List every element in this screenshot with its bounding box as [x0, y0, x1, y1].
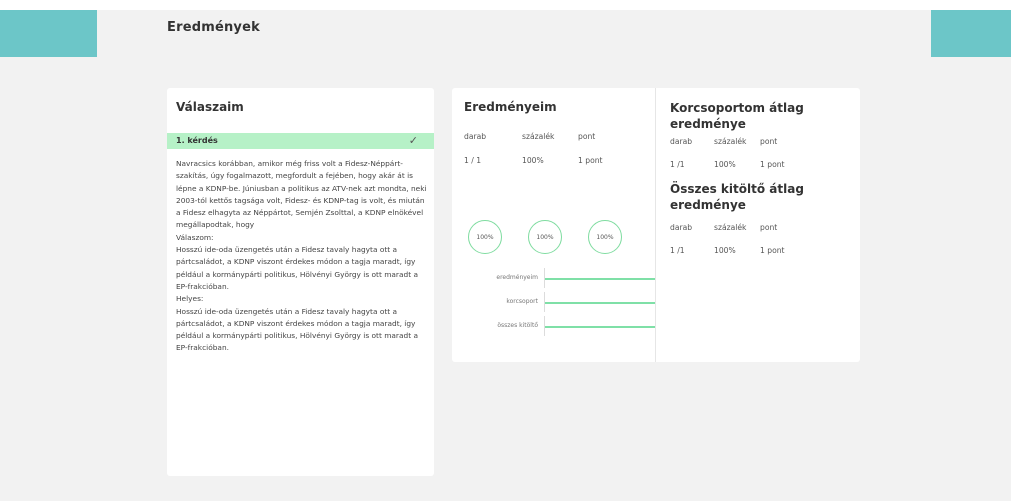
age-group-values: 1 /1 100% 1 pont [670, 160, 850, 169]
value-count: 1 /1 [670, 160, 685, 169]
question-header: 1. kérdés ✓ [167, 133, 434, 149]
your-answer-text: Hosszú ide-oda üzengetés után a Fidesz t… [176, 245, 418, 291]
header-points: pont [578, 132, 596, 141]
header-percent: százalék [522, 132, 555, 141]
value-points: 1 pont [578, 156, 603, 165]
check-icon: ✓ [408, 134, 418, 147]
answers-card: Válaszaim 1. kérdés ✓ Navracsics korábba… [167, 88, 434, 476]
bar-fill [545, 302, 655, 304]
my-results-values: 1 / 1 100% 1 pont [464, 156, 649, 165]
value-count: 1 /1 [670, 246, 685, 255]
bar-row-my-result: eredményeim [464, 268, 655, 288]
value-percent: 100% [714, 160, 736, 169]
value-percent: 100% [714, 246, 736, 255]
question-text: Navracsics korábban, amikor még friss vo… [176, 159, 427, 230]
my-results-headers: darab százalék pont [464, 132, 649, 141]
value-points: 1 pont [760, 246, 785, 255]
header-percent: százalék [714, 223, 747, 232]
all-respondents-stats: darab százalék pont 1 /1 100% 1 pont [670, 223, 850, 255]
results-card: Eredményeim darab százalék pont 1 / 1 10… [452, 88, 860, 362]
value-points: 1 pont [760, 160, 785, 169]
page-title: Eredmények [167, 20, 260, 35]
circle-all-respondents: 100% [588, 220, 622, 254]
bar-label: összes kitöltő [497, 322, 538, 329]
header-points: pont [760, 223, 778, 232]
all-respondents-values: 1 /1 100% 1 pont [670, 246, 850, 255]
your-answer-label: Válaszom: [176, 232, 214, 242]
age-group-stats: darab százalék pont 1 /1 100% 1 pont [670, 137, 850, 169]
header-points: pont [760, 137, 778, 146]
age-group-title: Korcsoportom átlag eredménye [670, 101, 804, 131]
header-count: darab [670, 223, 693, 232]
answer-body: Navracsics korábban, amikor még friss vo… [176, 158, 428, 355]
bar-fill [545, 278, 655, 280]
all-respondents-title: Összes kitöltő átlag eredménye [670, 182, 804, 212]
my-results-stats: darab százalék pont 1 / 1 100% 1 pont [464, 132, 649, 165]
value-percent: 100% [522, 156, 544, 165]
correct-answer-text: Hosszú ide-oda üzengetés után a Fidesz t… [176, 306, 418, 353]
question-label: 1. kérdés [176, 136, 218, 145]
header-accent-right [931, 10, 1011, 57]
value-count: 1 / 1 [464, 156, 482, 165]
age-group-headers: darab százalék pont [670, 137, 850, 146]
result-circles: 100% 100% 100% [468, 220, 648, 254]
bar-row-age-group: korcsoport [464, 292, 655, 312]
group-results-section: Korcsoportom átlag eredménye darab száza… [670, 100, 850, 255]
header-percent: százalék [714, 137, 747, 146]
my-results-section: Eredményeim darab százalék pont 1 / 1 10… [464, 100, 655, 336]
bar-label: korcsoport [506, 298, 538, 305]
header-count: darab [670, 137, 693, 146]
bar-label: eredményeim [496, 274, 538, 281]
circle-age-group: 100% [528, 220, 562, 254]
bar-fill [545, 326, 655, 328]
correct-answer-label: Helyes: [176, 294, 204, 304]
all-respondents-headers: darab százalék pont [670, 223, 850, 232]
circle-my-result: 100% [468, 220, 502, 254]
my-results-title: Eredményeim [464, 100, 557, 114]
header-accent-left [0, 10, 97, 57]
header-count: darab [464, 132, 487, 141]
bar-row-all-respondents: összes kitöltő [464, 316, 655, 336]
column-divider [655, 88, 656, 362]
answers-title: Válaszaim [176, 100, 244, 114]
